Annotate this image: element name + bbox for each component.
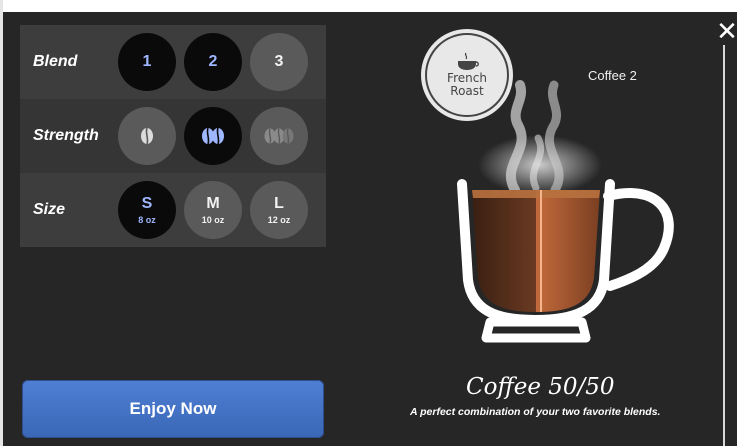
blend-option-2[interactable]: 2 bbox=[184, 33, 242, 91]
top-edge bbox=[0, 0, 737, 12]
left-edge bbox=[0, 0, 3, 446]
drink-title: Coffee 50/50 bbox=[466, 374, 615, 400]
bean-single-icon bbox=[141, 127, 153, 145]
size-medium-oz: 10 oz bbox=[201, 214, 225, 225]
strength-option-mild[interactable] bbox=[118, 107, 176, 165]
blend-option-3[interactable]: 3 bbox=[250, 33, 308, 91]
coffee-cup-icon bbox=[457, 179, 674, 343]
size-option-small[interactable]: S 8 oz bbox=[118, 181, 176, 239]
blend-row: Blend 1 2 3 bbox=[20, 25, 326, 99]
strength-option-strong[interactable] bbox=[250, 107, 308, 165]
bean-double-icon bbox=[202, 127, 224, 145]
blend-label: Blend bbox=[33, 53, 78, 70]
blend-option-1-label: 1 bbox=[142, 53, 152, 70]
blend-option-2-label: 2 bbox=[208, 53, 218, 70]
options-panel: Blend 1 2 3 Strength Size S 8 oz M 10 oz… bbox=[20, 25, 326, 247]
size-option-large[interactable]: L 12 oz bbox=[250, 181, 308, 239]
size-label: Size bbox=[33, 201, 66, 218]
strength-option-medium[interactable] bbox=[184, 107, 242, 165]
strength-row: Strength bbox=[20, 99, 326, 173]
size-large-oz: 12 oz bbox=[267, 214, 291, 225]
scrollbar-track[interactable] bbox=[723, 45, 725, 446]
close-icon[interactable]: ✕ bbox=[716, 18, 737, 44]
size-option-medium[interactable]: M 10 oz bbox=[184, 181, 242, 239]
bean-triple-icon bbox=[264, 128, 294, 144]
size-small-label: S bbox=[141, 194, 153, 212]
enjoy-now-button[interactable]: Enjoy Now bbox=[22, 380, 324, 438]
blend-option-1[interactable]: 1 bbox=[118, 33, 176, 91]
blend-option-3-label: 3 bbox=[274, 53, 284, 70]
size-row: Size S 8 oz M 10 oz L 12 oz bbox=[20, 173, 326, 247]
size-large-label: L bbox=[274, 194, 284, 212]
size-medium-label: M bbox=[206, 194, 220, 212]
drink-description: A perfect combination of your two favori… bbox=[410, 406, 661, 418]
cup-steam-icon bbox=[458, 52, 479, 70]
size-small-oz: 8 oz bbox=[138, 214, 156, 225]
strength-label: Strength bbox=[33, 127, 99, 144]
